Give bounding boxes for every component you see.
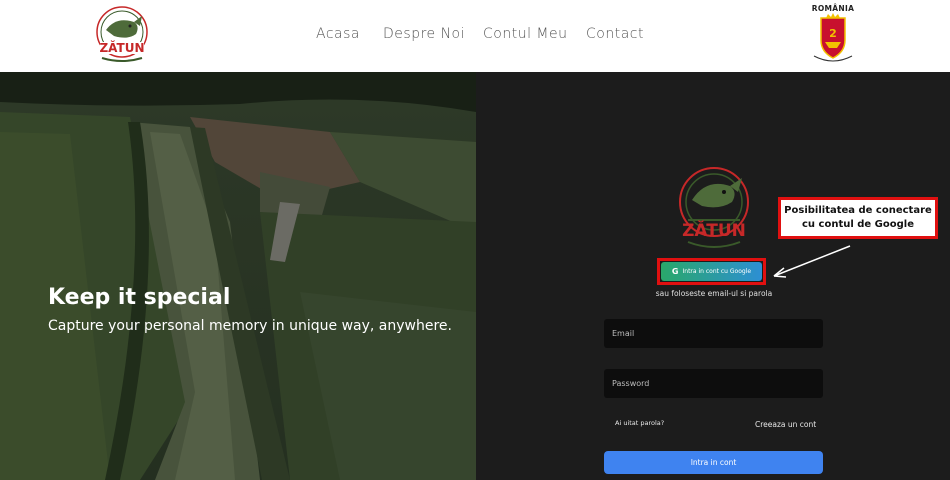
county-crest: ROMÂNIA 2	[804, 4, 862, 66]
callout-line-2: cu contul de Google	[802, 219, 914, 230]
crest-icon: 2	[813, 13, 853, 62]
nav-item-despre-noi[interactable]: Despre Noi	[383, 26, 465, 42]
forgot-password-link[interactable]: Ai uitat parola?	[615, 419, 664, 427]
site-header: ZĂTUN Acasa Despre Noi Contul Meu Contac…	[0, 0, 950, 72]
google-login-button[interactable]: G Intra in cont cu Google	[661, 262, 762, 281]
google-g-icon: G	[671, 267, 679, 276]
alt-login-text: sau foloseste email-ul si parola	[655, 289, 773, 298]
nav-item-contact[interactable]: Contact	[586, 26, 644, 42]
hero-image: Keep it special Capture your personal me…	[0, 72, 476, 480]
arrow-icon	[773, 245, 851, 278]
hero-subtitle: Capture your personal memory in unique w…	[48, 318, 452, 334]
password-field[interactable]	[604, 369, 823, 398]
login-panel: ZĂTUN G Intra in cont cu Google sau folo…	[476, 72, 950, 480]
nav-item-contul-meu[interactable]: Contul Meu	[483, 26, 567, 42]
zatun-logo[interactable]: ZĂTUN	[86, 4, 158, 68]
aerial-landscape-image	[0, 72, 476, 480]
fish-logo-icon: ZĂTUN	[679, 167, 749, 248]
panel-logo-text: ZĂTUN	[682, 219, 746, 241]
create-account-link[interactable]: Creeaza un cont	[755, 420, 816, 429]
nav-item-acasa[interactable]: Acasa	[316, 26, 360, 42]
hero-title: Keep it special	[48, 285, 231, 310]
callout-line-1: Posibilitatea de conectare	[784, 205, 932, 216]
google-callout: Posibilitatea de conectare cu contul de …	[778, 197, 938, 239]
email-field[interactable]	[604, 319, 823, 348]
google-login-label: Intra in cont cu Google	[682, 268, 752, 275]
login-submit-button[interactable]: Intra in cont	[604, 451, 823, 474]
svg-text:2: 2	[829, 27, 837, 40]
logo-text: ZĂTUN	[99, 40, 144, 55]
